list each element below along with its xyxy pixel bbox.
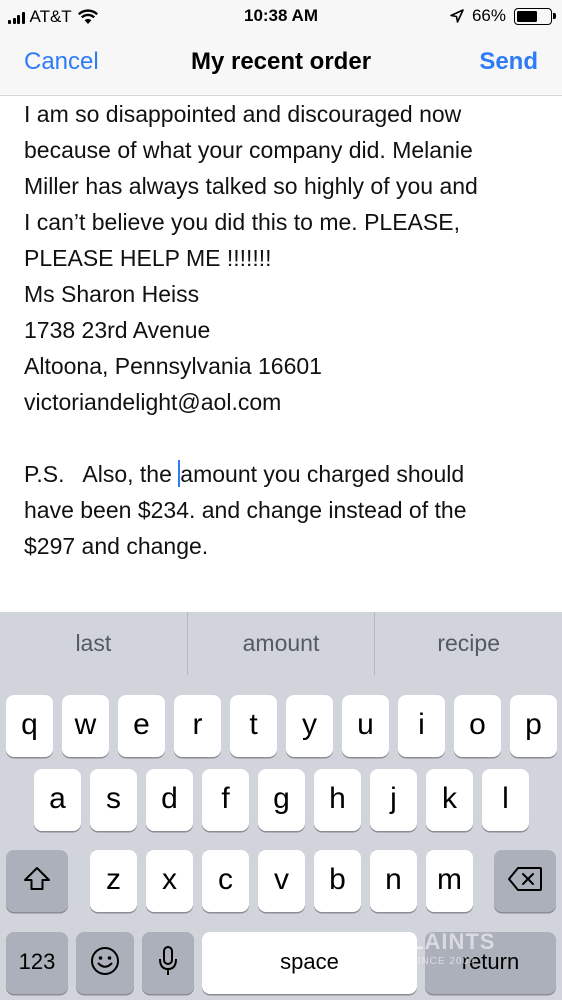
key-v[interactable]: v — [258, 850, 305, 912]
message-line: I am so disappointed and discouraged now — [24, 101, 462, 127]
key-label: j — [390, 782, 397, 815]
key-label: z — [106, 863, 121, 896]
key-label: s — [106, 782, 121, 815]
key-label: n — [385, 863, 402, 896]
message-line: $297 and change. — [24, 533, 209, 559]
backspace-icon — [508, 867, 542, 892]
key-label: f — [221, 782, 230, 815]
message-body-editor[interactable]: I am so disappointed and discouraged now… — [24, 96, 548, 612]
key-d[interactable]: d — [146, 769, 193, 831]
key-label: a — [49, 782, 66, 815]
key-label: g — [273, 782, 290, 815]
key-c[interactable]: c — [202, 850, 249, 912]
message-line: because of what your company did. Melani… — [24, 137, 473, 163]
numbers-key[interactable]: 123 — [6, 932, 68, 994]
key-label: space — [280, 949, 339, 974]
key-p[interactable]: p — [510, 695, 557, 757]
key-label: d — [161, 782, 178, 815]
key-label: u — [357, 708, 374, 741]
caret-line-tail: amount you charged should — [180, 461, 465, 487]
key-m[interactable]: m — [426, 850, 473, 912]
key-label: r — [192, 708, 203, 741]
battery-icon — [514, 7, 556, 25]
message-line-with-caret: P.S. Also, the amount you charged should — [24, 456, 548, 492]
key-label: m — [437, 863, 462, 896]
watermark-text: LAINTS — [410, 929, 496, 954]
key-t[interactable]: t — [230, 695, 277, 757]
microphone-icon — [159, 946, 177, 976]
status-bar: AT&T 10:38 AM 66% — [0, 0, 562, 34]
message-line: Altoona, Pennsylvania 16601 — [24, 353, 322, 379]
message-line — [24, 420, 548, 456]
key-s[interactable]: s — [90, 769, 137, 831]
key-label: c — [218, 863, 233, 896]
watermark-subtext: SINCE 2004 — [410, 956, 476, 967]
status-right: 66% — [450, 6, 556, 26]
nav-bar: Cancel My recent order Send — [0, 34, 562, 96]
watermark-logo: LAINTS SINCE 2004 — [410, 929, 520, 982]
key-label: y — [302, 708, 317, 741]
message-line: I can’t believe you did this to me. PLEA… — [24, 209, 460, 235]
key-n[interactable]: n — [370, 850, 417, 912]
key-y[interactable]: y — [286, 695, 333, 757]
send-button[interactable]: Send — [479, 48, 538, 76]
key-label: q — [21, 708, 38, 741]
key-label: p — [525, 708, 542, 741]
prediction-suggestion[interactable]: recipe — [374, 612, 562, 675]
key-label: t — [249, 708, 258, 741]
key-x[interactable]: x — [146, 850, 193, 912]
key-i[interactable]: i — [398, 695, 445, 757]
message-line: PLEASE HELP ME !!!!!!! — [24, 245, 272, 271]
message-line: have been $234. and change instead of th… — [24, 497, 467, 523]
key-g[interactable]: g — [258, 769, 305, 831]
key-j[interactable]: j — [370, 769, 417, 831]
key-k[interactable]: k — [426, 769, 473, 831]
key-u[interactable]: u — [342, 695, 389, 757]
message-line: victoriandelight@aol.com — [24, 389, 282, 415]
cancel-button[interactable]: Cancel — [24, 48, 99, 76]
shift-key[interactable] — [6, 850, 68, 912]
emoji-key[interactable] — [76, 932, 134, 994]
backspace-key[interactable] — [494, 850, 556, 912]
prediction-suggestion[interactable]: amount — [186, 612, 375, 675]
shift-arrow-icon — [24, 867, 50, 891]
key-b[interactable]: b — [314, 850, 361, 912]
key-label: l — [502, 782, 509, 815]
emoji-icon — [91, 947, 119, 976]
key-z[interactable]: z — [90, 850, 137, 912]
key-label: o — [469, 708, 486, 741]
key-h[interactable]: h — [314, 769, 361, 831]
key-label: e — [133, 708, 150, 741]
key-label: x — [162, 863, 177, 896]
dictation-key[interactable] — [142, 932, 194, 994]
key-label: h — [329, 782, 346, 815]
key-label: v — [274, 863, 289, 896]
key-l[interactable]: l — [482, 769, 529, 831]
key-o[interactable]: o — [454, 695, 501, 757]
message-line: Ms Sharon Heiss — [24, 281, 200, 307]
key-label: 123 — [18, 949, 56, 974]
caret-line-head: P.S. Also, the — [24, 461, 179, 487]
key-q[interactable]: q — [6, 695, 53, 757]
battery-percent: 66% — [471, 6, 506, 25]
predictive-bar: last amount recipe — [0, 612, 562, 675]
key-label: b — [329, 863, 346, 896]
key-label: i — [418, 708, 425, 741]
key-w[interactable]: w — [62, 695, 109, 757]
key-label: k — [442, 782, 457, 815]
location-arrow-icon — [450, 9, 464, 23]
key-e[interactable]: e — [118, 695, 165, 757]
key-f[interactable]: f — [202, 769, 249, 831]
key-a[interactable]: a — [34, 769, 81, 831]
prediction-suggestion[interactable]: last — [0, 612, 187, 675]
message-line: Miller has always talked so highly of yo… — [24, 173, 478, 199]
space-key[interactable]: space — [202, 932, 417, 994]
key-r[interactable]: r — [174, 695, 221, 757]
message-line: 1738 23rd Avenue — [24, 317, 211, 343]
key-label: w — [74, 708, 97, 741]
